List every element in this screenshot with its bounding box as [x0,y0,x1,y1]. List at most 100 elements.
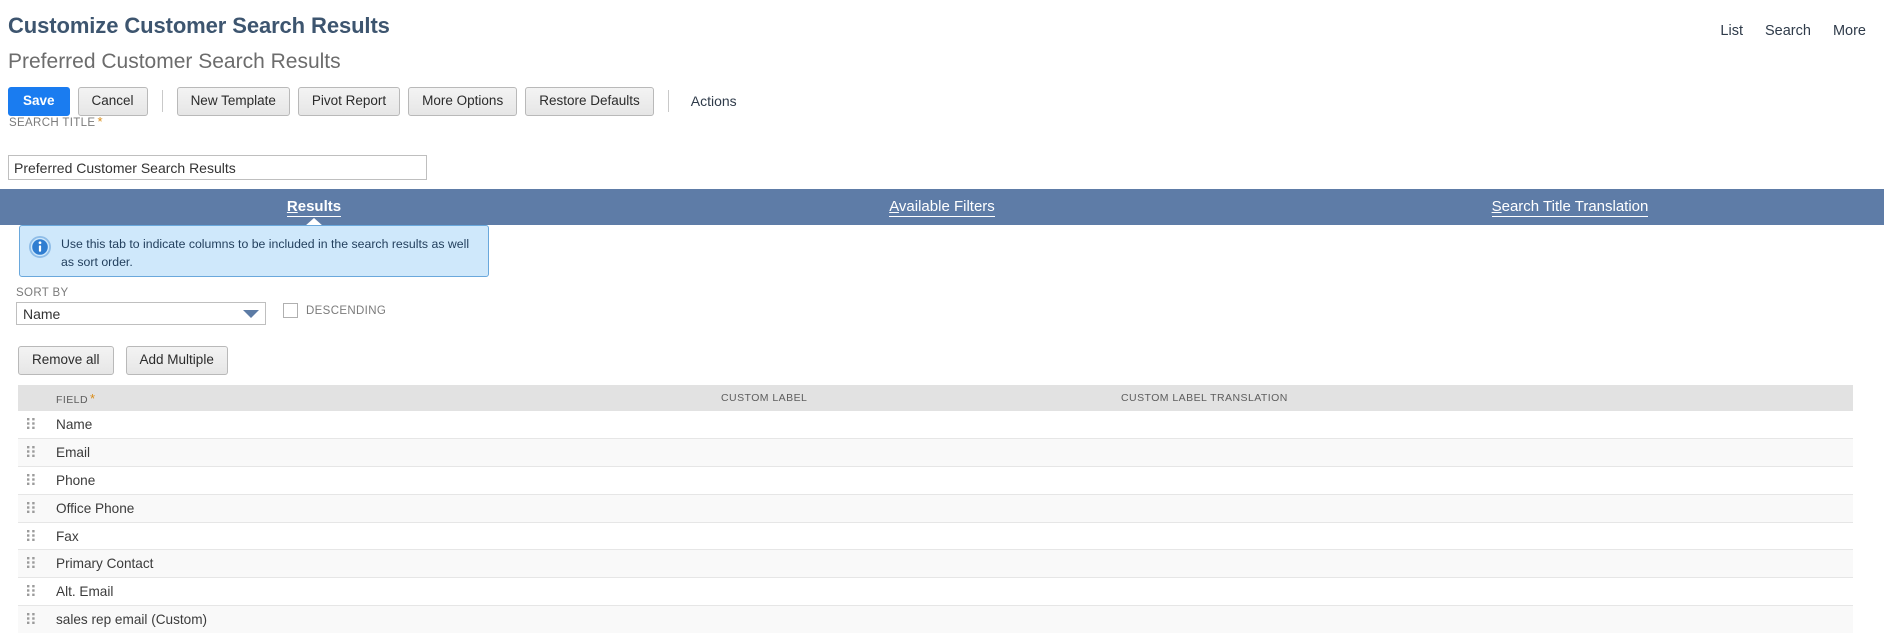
remove-all-button[interactable]: Remove all [18,346,114,375]
drag-handle-icon[interactable] [27,529,35,541]
row-drag-handle-cell[interactable] [18,521,46,550]
tab-available-filters-accesskey: A [889,198,899,215]
row-field-cell[interactable]: Fax [46,521,711,550]
drag-handle-icon[interactable] [27,473,35,485]
row-custom-label-translation-cell[interactable] [1111,577,1853,606]
row-action-buttons: Remove all Add Multiple [18,346,228,375]
drag-handle-icon[interactable] [27,557,35,569]
row-custom-label-cell[interactable] [711,493,1111,523]
tab-available-filters-rest: vailable Filters [898,198,995,215]
table-row[interactable]: Fax [18,521,1853,550]
row-field-cell[interactable]: Alt. Email [46,577,711,606]
row-custom-label-cell[interactable] [711,577,1111,606]
sort-by-label: SORT BY [16,287,69,299]
new-template-button[interactable]: New Template [176,87,290,116]
cancel-button[interactable]: Cancel [77,87,148,116]
customize-search-results-page: List Search More Customize Customer Sear… [0,0,1884,643]
drag-handle-icon[interactable] [27,501,35,513]
restore-defaults-button[interactable]: Restore Defaults [525,87,654,116]
table-row[interactable]: Email [18,438,1853,467]
drag-handle-icon[interactable] [27,418,35,430]
row-custom-label-translation-cell[interactable] [1111,493,1853,523]
tab-results-rest: esults [297,198,342,215]
row-custom-label-cell[interactable] [711,605,1111,634]
row-custom-label-translation-cell[interactable] [1111,521,1853,550]
row-custom-label-cell[interactable] [711,411,1111,439]
tab-available-filters-label: Available Filters [889,198,995,217]
table-row[interactable]: Alt. Email [18,577,1853,606]
sort-by-value: Name [23,305,61,322]
drag-handle-icon[interactable] [27,585,35,597]
tab-results[interactable]: Results [0,189,628,226]
results-columns-table: FIELD * CUSTOM LABEL CUSTOM LABEL TRANSLA… [18,385,1853,634]
row-custom-label-translation-cell[interactable] [1111,549,1853,578]
descending-control: DESCENDING [283,303,386,318]
top-navigation: List Search More [1720,23,1866,39]
row-drag-handle-cell[interactable] [18,577,46,606]
descending-checkbox[interactable] [283,303,298,318]
toolbar-divider-2 [667,90,669,113]
more-options-button[interactable]: More Options [408,87,518,116]
table-header-row: FIELD * CUSTOM LABEL CUSTOM LABEL TRANSLA… [18,385,1853,411]
table-row[interactable]: Phone [18,466,1853,495]
row-field-cell[interactable]: Name [46,411,711,439]
row-field-cell[interactable]: Email [46,438,711,467]
info-banner: Use this tab to indicate columns to be i… [19,225,489,277]
tab-search-title-translation[interactable]: Search Title Translation [1256,189,1884,225]
row-drag-handle-cell[interactable] [18,549,46,578]
pivot-report-button[interactable]: Pivot Report [297,87,401,116]
row-custom-label-cell[interactable] [711,466,1111,495]
add-multiple-button[interactable]: Add Multiple [125,346,228,375]
search-title-label-text: SEARCH TITLE [9,117,96,129]
search-title-label: SEARCH TITLE * [9,114,103,129]
search-title-required-marker: * [97,114,103,129]
row-custom-label-cell[interactable] [711,549,1111,578]
tab-search-title-translation-rest: earch Title Translation [1501,198,1649,215]
row-field-cell[interactable]: sales rep email (Custom) [46,605,711,634]
table-row[interactable]: Primary Contact [18,549,1853,578]
tab-available-filters[interactable]: Available Filters [628,189,1256,225]
toolbar-divider-1 [161,90,163,113]
row-custom-label-translation-cell[interactable] [1111,466,1853,495]
table-row[interactable]: Name [18,411,1853,439]
column-header-custom-label: CUSTOM LABEL [711,385,1111,411]
row-custom-label-translation-cell[interactable] [1111,438,1853,467]
tab-results-label: Results [286,198,342,217]
row-drag-handle-cell[interactable] [18,411,46,439]
save-button[interactable]: Save [8,87,70,116]
row-field-cell[interactable]: Primary Contact [46,549,711,578]
nav-more[interactable]: More [1833,23,1866,39]
search-title-input[interactable] [8,155,427,180]
actions-menu[interactable]: Actions [691,93,737,109]
drag-handle-icon[interactable] [27,613,35,625]
column-header-field: FIELD * [46,385,711,411]
drag-handle-icon[interactable] [27,446,35,458]
row-drag-handle-cell[interactable] [18,493,46,523]
nav-list[interactable]: List [1720,23,1743,39]
row-field-cell[interactable]: Phone [46,466,711,495]
row-drag-handle-cell[interactable] [18,605,46,634]
column-header-field-required-marker: * [90,390,96,406]
sort-by-select[interactable]: Name [16,302,266,325]
row-custom-label-translation-cell[interactable] [1111,605,1853,634]
table-row[interactable]: sales rep email (Custom) [18,605,1853,634]
page-subtitle: Preferred Customer Search Results [8,50,341,73]
nav-search[interactable]: Search [1765,23,1811,39]
tab-search-title-translation-accesskey: S [1491,198,1502,215]
row-drag-handle-cell[interactable] [18,438,46,467]
column-header-field-text: FIELD [56,393,89,406]
results-columns-table-head: FIELD * CUSTOM LABEL CUSTOM LABEL TRANSLA… [18,385,1853,411]
tab-bar: Results Available Filters Search Title T… [0,189,1884,226]
row-custom-label-translation-cell[interactable] [1111,411,1853,439]
column-header-handle [18,385,46,411]
chevron-down-icon [243,309,259,318]
row-custom-label-cell[interactable] [711,521,1111,550]
tab-results-accesskey: R [286,198,298,215]
row-field-cell[interactable]: Office Phone [46,493,711,523]
tab-search-title-translation-label: Search Title Translation [1491,198,1649,217]
table-row[interactable]: Office Phone [18,493,1853,523]
info-circle-icon [29,236,51,258]
row-drag-handle-cell[interactable] [18,466,46,495]
page-title: Customize Customer Search Results [8,13,390,38]
row-custom-label-cell[interactable] [711,438,1111,467]
